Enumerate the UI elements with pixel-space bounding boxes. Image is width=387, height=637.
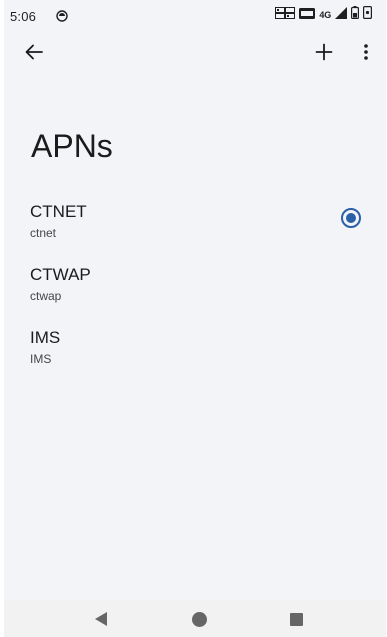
apn-value: IMS <box>30 352 52 366</box>
navigation-bar <box>4 600 386 637</box>
nav-home-icon[interactable] <box>192 612 207 627</box>
more-options-button[interactable] <box>354 40 378 68</box>
radio-dot <box>346 213 356 223</box>
sim-card-icon <box>275 6 296 24</box>
apn-item-ctwap[interactable]: CTWAP ctwap <box>4 259 386 322</box>
screen: 5:06 4G APNs CTNET ctnet CTWAP ctwap IMS… <box>4 0 386 637</box>
add-apn-button[interactable] <box>310 40 338 68</box>
more-vert-icon <box>364 43 368 65</box>
status-bar: 5:06 4G <box>4 0 386 30</box>
nav-back-icon[interactable] <box>95 612 107 626</box>
notification-icon <box>56 9 68 22</box>
app-bar <box>4 34 386 74</box>
apn-name: CTNET <box>30 202 87 221</box>
nav-recents-icon[interactable] <box>290 613 303 626</box>
apn-item-ctnet[interactable]: CTNET ctnet <box>4 196 386 259</box>
back-button[interactable] <box>20 40 48 68</box>
plus-icon <box>315 43 333 66</box>
battery-icon <box>351 6 360 24</box>
apn-name: IMS <box>30 328 61 347</box>
status-icons: 4G <box>275 6 373 24</box>
apn-radio-selected[interactable] <box>341 208 361 228</box>
apn-list: CTNET ctnet CTWAP ctwap IMS IMS <box>4 196 386 385</box>
arrow-left-icon <box>25 44 43 65</box>
apn-value: ctwap <box>30 289 62 303</box>
apn-value: ctnet <box>30 226 57 240</box>
signal-icon <box>335 6 347 24</box>
hd-icon <box>299 6 316 24</box>
screen-record-icon <box>363 6 373 24</box>
status-time: 5:06 <box>10 9 37 24</box>
page-title: APNs <box>31 128 113 164</box>
network-type: 4G <box>319 10 331 20</box>
apn-item-ims[interactable]: IMS IMS <box>4 322 386 385</box>
apn-name: CTWAP <box>30 265 91 284</box>
